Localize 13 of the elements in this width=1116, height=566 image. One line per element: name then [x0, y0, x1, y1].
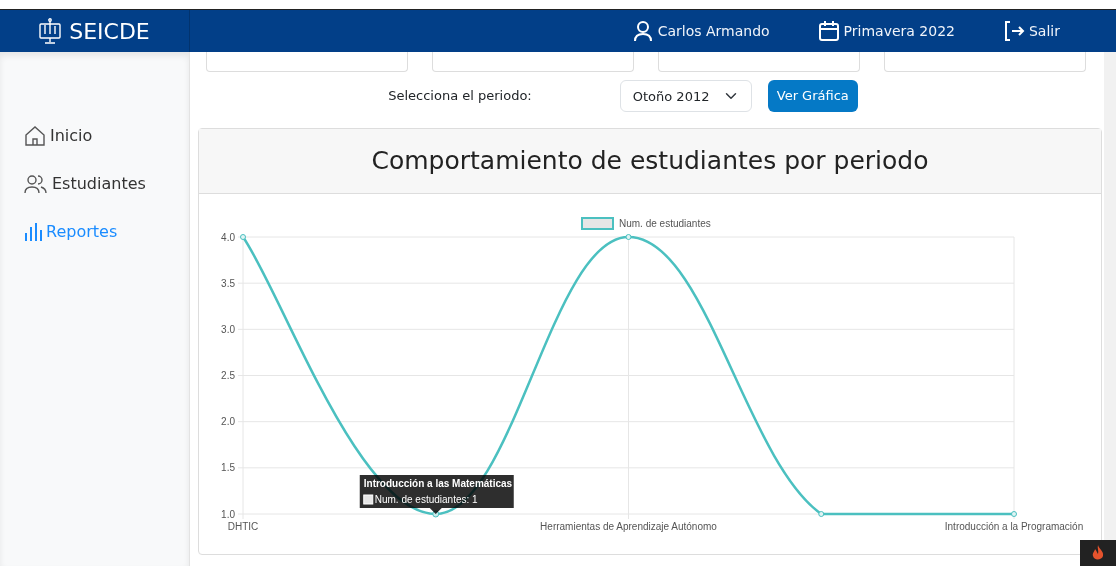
- period-label: Selecciona el periodo:: [388, 87, 532, 106]
- axis-label: Herramientas de Aprendizaje Autónomo: [540, 521, 717, 532]
- card-title: Comportamiento de estudiantes por periodo: [371, 145, 929, 178]
- axis-label: Introducción a la Programación: [944, 521, 1084, 532]
- axis-label: 4.0: [221, 231, 235, 243]
- axis-label: 3.0: [221, 323, 235, 335]
- axis-label: 1.5: [221, 462, 235, 474]
- axis-label: 2.5: [221, 370, 235, 381]
- chart-tooltip: Introducción a las Matemáticas Num. de estudiantes: 1: [359, 475, 514, 514]
- axis-label: 3.5: [221, 277, 235, 289]
- axis-label: 1.0: [221, 508, 235, 520]
- axis-label: DHTIC: [227, 521, 259, 532]
- axis-label: 2.0: [221, 416, 235, 428]
